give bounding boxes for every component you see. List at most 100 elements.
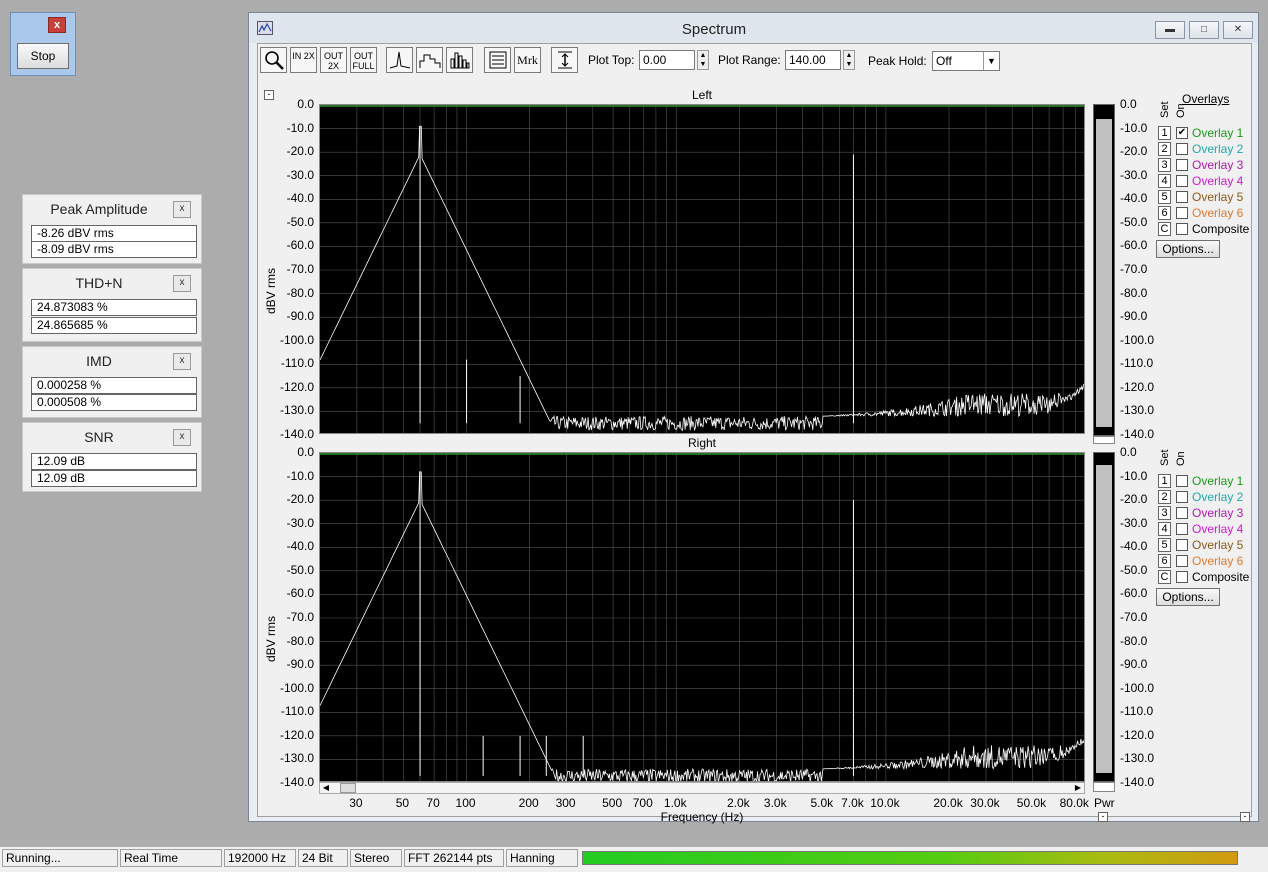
close-icon[interactable]: x [173, 429, 191, 446]
y-tick-label: 0.0 [297, 97, 314, 111]
y-tick-label: -120.0 [1120, 727, 1155, 742]
autoscale-icon[interactable] [551, 47, 578, 73]
y-tick-label: -60.0 [1120, 586, 1148, 601]
scroll-left-icon[interactable]: ◀ [320, 783, 332, 793]
overlay-set-button[interactable]: 5 [1158, 190, 1171, 204]
y-tick-label: -70.0 [286, 262, 314, 276]
step-mode-icon[interactable] [416, 47, 443, 73]
plot-top-input[interactable]: 0.00 [639, 50, 695, 70]
overlay-checkbox[interactable] [1176, 539, 1188, 551]
zoom-out-full-button[interactable]: OUT FULL [350, 47, 377, 73]
options-button[interactable]: Options... [1156, 240, 1220, 258]
left-meter-base [1093, 436, 1115, 444]
overlay-checkbox[interactable] [1176, 523, 1188, 535]
overlay-name: Overlay 4 [1192, 522, 1244, 536]
y-tick-label: -30.0 [1120, 515, 1148, 530]
stop-button[interactable]: Stop [17, 43, 69, 69]
overlay-set-button[interactable]: C [1158, 222, 1171, 236]
spectrum-trace [320, 471, 1084, 781]
close-icon[interactable]: x [173, 353, 191, 370]
overlay-row: 1 Overlay 1 [1158, 473, 1258, 489]
overlay-checkbox[interactable] [1176, 207, 1188, 219]
on-column-label: On [1175, 103, 1187, 118]
overlay-row: 2 Overlay 2 [1158, 489, 1258, 505]
overlay-checkbox[interactable] [1176, 159, 1188, 171]
scroll-right-icon[interactable]: ▶ [1072, 783, 1084, 793]
overlay-checkbox[interactable] [1176, 175, 1188, 187]
settings-panel-icon[interactable] [484, 47, 511, 73]
zoom-icon[interactable] [260, 47, 287, 73]
collapse-icon[interactable]: - [1240, 812, 1250, 822]
overlay-set-button[interactable]: 1 [1158, 474, 1171, 488]
overlay-checkbox[interactable] [1176, 491, 1188, 503]
overlay-set-button[interactable]: 4 [1158, 522, 1171, 536]
y-tick-label: -90.0 [286, 309, 314, 324]
collapse-icon[interactable]: - [1098, 812, 1108, 822]
collapse-icon[interactable]: - [264, 90, 274, 100]
y-tick-label: -10.0 [286, 120, 314, 135]
right-spectrum-plot[interactable] [319, 452, 1085, 782]
overlay-name: Overlay 6 [1192, 206, 1244, 220]
overlay-row: 3 Overlay 3 [1158, 157, 1258, 173]
y-tick-label: -90.0 [1120, 309, 1148, 324]
overlay-checkbox[interactable] [1176, 571, 1188, 583]
close-icon[interactable]: x [48, 17, 66, 33]
overlay-name: Overlay 3 [1192, 158, 1244, 172]
overlay-set-button[interactable]: 6 [1158, 554, 1171, 568]
marker-button[interactable]: Mrk [514, 47, 541, 73]
y-tick-label: -30.0 [1120, 167, 1148, 182]
overlay-set-button[interactable]: 2 [1158, 490, 1171, 504]
peak-hold-select[interactable]: Off ▼ [932, 51, 1000, 71]
plot-top-spinner[interactable]: ▲ ▼ [697, 50, 709, 70]
left-spectrum-plot[interactable] [319, 104, 1085, 434]
y-tick-label: -40.0 [286, 539, 314, 554]
overlay-set-button[interactable]: C [1158, 570, 1171, 584]
chevron-down-icon[interactable]: ▼ [983, 52, 999, 70]
meter-value-left: 24.873083 % [31, 299, 197, 316]
y-tick-label: 0.0 [297, 445, 314, 459]
close-icon[interactable]: x [173, 201, 191, 218]
y-tick-label: -100.0 [1120, 680, 1155, 695]
options-button[interactable]: Options... [1156, 588, 1220, 606]
set-column-label: Set [1159, 101, 1171, 118]
overlay-checkbox[interactable] [1176, 143, 1188, 155]
y-tick-label: -70.0 [286, 610, 314, 624]
close-window-icon[interactable]: ✕ [1223, 21, 1253, 39]
overlay-set-button[interactable]: 5 [1158, 538, 1171, 552]
overlay-set-button[interactable]: 4 [1158, 174, 1171, 188]
overlay-set-button[interactable]: 6 [1158, 206, 1171, 220]
overlay-checkbox[interactable] [1176, 223, 1188, 235]
plot-range-input[interactable]: 140.00 [785, 50, 841, 70]
overlay-row: 1 ✔ Overlay 1 [1158, 125, 1258, 141]
y-tick-label: -60.0 [286, 238, 314, 253]
maximize-icon[interactable]: □ [1189, 21, 1219, 39]
horizontal-scrollbar[interactable]: ◀ ▶ [319, 782, 1085, 794]
minimize-icon[interactable]: ▬ [1155, 21, 1185, 39]
y-tick-label: -100.0 [1120, 332, 1155, 347]
y-tick-label: -120.0 [1120, 379, 1155, 394]
plot-range-spinner[interactable]: ▲ ▼ [843, 50, 855, 70]
zoom-in-2x-button[interactable]: IN 2X [290, 47, 317, 73]
overlay-row: 3 Overlay 3 [1158, 505, 1258, 521]
overlay-checkbox[interactable]: ✔ [1176, 127, 1188, 139]
line-mode-icon[interactable] [386, 47, 413, 73]
overlay-checkbox[interactable] [1176, 475, 1188, 487]
overlay-set-button[interactable]: 3 [1158, 158, 1171, 172]
overlay-row: 5 Overlay 5 [1158, 189, 1258, 205]
overlay-checkbox[interactable] [1176, 555, 1188, 567]
close-icon[interactable]: x [173, 275, 191, 292]
y-tick-label: -20.0 [1120, 492, 1148, 507]
zoom-out-2x-button[interactable]: OUT 2X [320, 47, 347, 73]
y-tick-label: -110.0 [280, 356, 314, 371]
overlay-checkbox[interactable] [1176, 507, 1188, 519]
bar-mode-icon[interactable] [446, 47, 473, 73]
overlay-row: 2 Overlay 2 [1158, 141, 1258, 157]
overlay-checkbox[interactable] [1176, 191, 1188, 203]
x-tick-label: 80.0k [1059, 796, 1089, 810]
overlay-set-button[interactable]: 1 [1158, 126, 1171, 140]
title-bar: Spectrum ▬ □ ✕ [249, 13, 1258, 43]
overlay-set-button[interactable]: 2 [1158, 142, 1171, 156]
y-tick-label: 0.0 [1120, 97, 1137, 111]
overlay-set-button[interactable]: 3 [1158, 506, 1171, 520]
scroll-thumb[interactable] [340, 783, 356, 793]
